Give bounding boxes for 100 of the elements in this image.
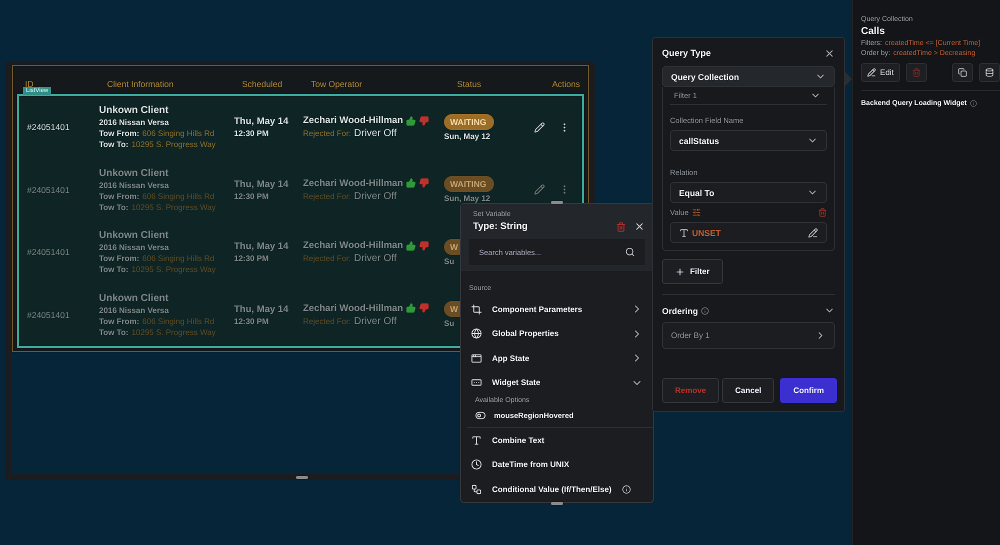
rejected-label: Rejected For: [303,129,352,138]
value-field[interactable]: UNSET [670,222,827,243]
status-badge: WAITING [444,114,494,130]
tow-to-label: Tow To: [99,140,128,150]
column-header: Client Information [107,79,175,89]
edit-icon[interactable] [534,122,545,133]
status-date: Sun, May 12 [444,132,492,141]
resize-handle[interactable] [551,502,563,505]
operator-name: Zechari Wood-Hillman [303,240,404,252]
rejected-reason: Driver Off [354,316,397,327]
cancel-button[interactable]: Cancel [722,378,774,403]
rejected-reason: Driver Off [354,253,397,264]
menu-item[interactable]: App State [461,346,653,370]
crop-icon [471,304,482,315]
rejected-reason: Driver Off [354,190,397,202]
scheduled-date: Thu, May 14 [234,241,290,252]
thumbs-down-icon [419,178,430,188]
menu-item[interactable]: DateTime from UNIX [461,452,653,477]
rejected-label: Rejected For: [303,192,352,201]
scheduled-time: 12:30 PM [234,254,270,264]
globe-icon [471,328,482,340]
tow-to-label: Tow To: [99,328,128,337]
menu-item[interactable]: Widget State [461,370,653,395]
window-icon [471,352,482,364]
edit-icon [867,68,876,77]
close-icon[interactable] [824,48,835,58]
tow-from-label: Tow From: [99,316,140,326]
scheduled-date: Thu, May 14 [234,116,290,128]
tow-to-address: 10295 S. Progress Way [131,265,216,274]
toggle-icon [475,410,486,421]
call-id: #24051401 [27,310,71,320]
tow-from-address: 606 Singing Hills Rd [142,192,214,201]
trash-icon[interactable] [616,222,626,232]
call-id: #24051401 [27,184,71,195]
thumbs-down-icon [419,116,430,126]
tow-to-address: 10295 S. Progress Way [131,328,216,337]
flow-icon [471,484,482,495]
info-icon [970,100,977,107]
copy-icon [958,68,967,77]
client-name: Unkown Client [99,292,170,304]
plus-icon [675,266,685,276]
vehicle: 2016 Nissan Versa [99,243,170,252]
confirm-button[interactable]: Confirm [780,378,838,403]
copy-button[interactable] [952,63,973,82]
search-icon [625,247,635,257]
thumbs-down-icon [419,303,430,314]
scheduled-date: Thu, May 14 [234,304,290,315]
client-name: Unkown Client [99,105,170,116]
column-header: Scheduled [242,79,284,89]
client-name: Unkown Client [99,230,170,242]
tow-from-address: 606 Singing Hills Rd [142,254,214,264]
query-type-select[interactable]: Query Collection [662,66,835,87]
vehicle: 2016 Nissan Versa [99,180,170,190]
thumbs-up-icon [406,303,416,314]
tow-to-address: 10295 S. Progress Way [131,202,216,212]
database-button[interactable] [979,63,1000,82]
menu-item[interactable]: Conditional Value (If/Then/Else) [461,477,653,502]
info-icon [622,484,631,494]
thumbs-up-icon [406,240,416,251]
column-header: ID [25,79,34,89]
menu-item[interactable]: Global Properties [461,322,653,346]
column-header: Status [457,79,482,89]
popup-title: Type: String [473,221,528,232]
resize-handle[interactable] [551,201,563,204]
scheduled-time: 12:30 PM [234,192,270,201]
status-date: Sun, May 12 [444,194,492,204]
field-select[interactable]: callStatus [670,130,827,151]
vehicle: 2016 Nissan Versa [99,306,170,315]
column-header: Actions [551,79,581,89]
sliders-icon[interactable] [692,208,701,217]
edit-button[interactable]: Edit [861,63,900,82]
close-icon[interactable] [634,221,645,232]
tow-from-label: Tow From: [99,254,140,264]
scheduled-time: 12:30 PM [234,316,270,326]
order-by-row[interactable]: Order By 1 [662,322,835,349]
tow-to-label: Tow To: [99,265,128,274]
edit-icon[interactable] [808,228,818,238]
call-id: #24051401 [27,247,71,258]
add-filter-button[interactable]: Filter [662,259,723,284]
menu-item[interactable]: Combine Text [461,428,653,452]
database-icon [985,68,994,77]
rejected-label: Rejected For: [303,316,352,326]
thumbs-down-icon [419,240,430,251]
relation-select[interactable]: Equal To [670,182,827,203]
tow-from-label: Tow From: [99,192,140,201]
vehicle: 2016 Nissan Versa [99,118,170,128]
clock-icon [471,459,482,470]
resize-handle[interactable] [296,476,308,479]
panel-title: Query Type [662,48,711,58]
thumbs-up-icon [406,116,416,126]
operator-name: Zechari Wood-Hillman [303,115,404,126]
tow-from-address: 606 Singing Hills Rd [142,316,214,326]
query-title: Calls [861,26,886,37]
scheduled-time: 12:30 PM [234,129,270,138]
operator-name: Zechari Wood-Hillman [303,302,404,314]
trash-icon[interactable] [818,208,827,217]
rejected-reason: Driver Off [354,128,397,140]
ordering-title: Ordering [662,306,698,316]
info-icon [700,306,709,314]
tow-to-address: 10295 S. Progress Way [131,140,216,150]
